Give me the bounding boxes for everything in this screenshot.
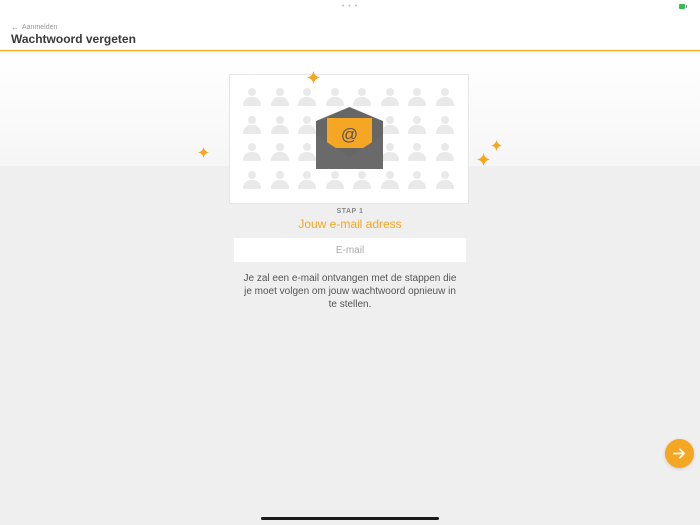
person-silhouette-icon: [352, 87, 372, 107]
person-silhouette-icon: [380, 87, 400, 107]
person-silhouette-icon: [325, 87, 345, 107]
arrow-left-icon: ←: [11, 23, 19, 32]
person-silhouette-icon: [435, 115, 455, 135]
person-silhouette-icon: [297, 142, 317, 162]
home-indicator: [261, 517, 439, 520]
next-button[interactable]: [665, 439, 694, 468]
person-silhouette-icon: [407, 170, 427, 190]
person-silhouette-icon: [435, 87, 455, 107]
person-silhouette-icon: [270, 87, 290, 107]
person-silhouette-icon: [352, 170, 372, 190]
email-illustration: @: [229, 74, 469, 204]
email-field[interactable]: [234, 238, 466, 262]
sparkle-icon: [198, 147, 209, 158]
person-silhouette-icon: [380, 170, 400, 190]
person-silhouette-icon: [242, 170, 262, 190]
back-button[interactable]: ← Aanmelden: [11, 23, 58, 32]
sparkle-icon: [477, 153, 490, 166]
person-silhouette-icon: [270, 115, 290, 135]
info-text: Je zal een e-mail ontvangen met de stapp…: [243, 273, 457, 310]
arrow-right-icon: [673, 448, 685, 459]
person-silhouette-icon: [242, 87, 262, 107]
person-silhouette-icon: [270, 142, 290, 162]
sparkle-icon: [491, 140, 502, 151]
person-silhouette-icon: [242, 142, 262, 162]
person-silhouette-icon: [325, 170, 345, 190]
person-silhouette-icon: [242, 115, 262, 135]
status-dots: • • •: [341, 3, 359, 10]
at-symbol: @: [341, 125, 358, 144]
step-title: Jouw e-mail adress: [298, 217, 402, 231]
person-silhouette-icon: [270, 170, 290, 190]
person-silhouette-icon: [407, 142, 427, 162]
person-silhouette-icon: [297, 170, 317, 190]
sparkle-icon: [307, 71, 320, 84]
step-label: STAP 1: [336, 208, 364, 215]
person-silhouette-icon: [435, 142, 455, 162]
battery-icon: [679, 3, 688, 9]
back-label: Aanmelden: [22, 24, 58, 31]
envelope-at-icon: @: [316, 107, 383, 169]
person-silhouette-icon: [297, 87, 317, 107]
person-silhouette-icon: [435, 170, 455, 190]
person-silhouette-icon: [407, 115, 427, 135]
person-silhouette-icon: [297, 115, 317, 135]
page-title: Wachtwoord vergeten: [11, 32, 136, 46]
person-silhouette-icon: [407, 87, 427, 107]
